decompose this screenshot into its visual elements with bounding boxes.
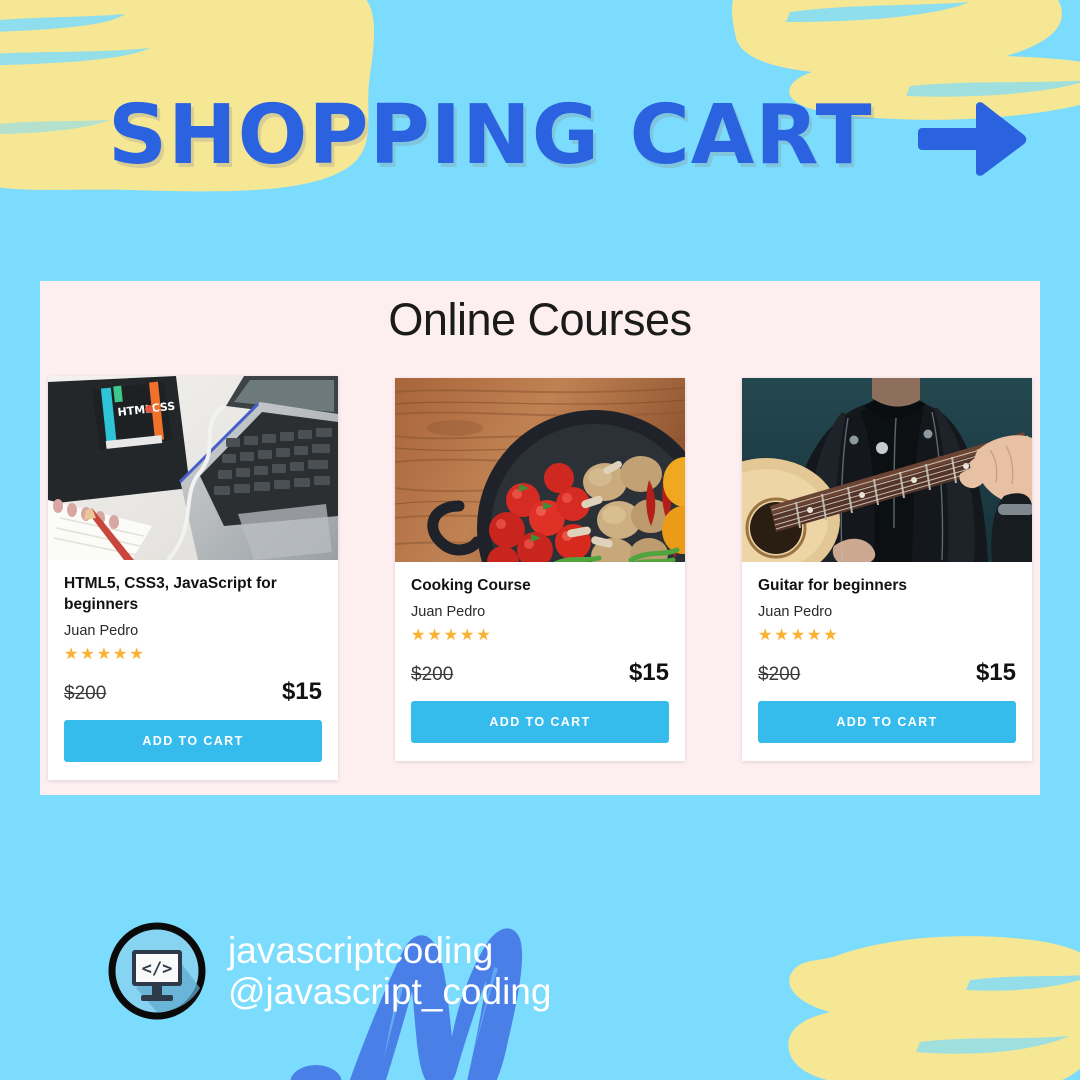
sale-price: $15 xyxy=(628,658,669,686)
poster-header: SHOPPING CART xyxy=(0,40,1080,180)
poster-canvas: SHOPPING CART Online Courses HTML CSS HT… xyxy=(0,0,1080,1080)
course-thumbnail-cooking xyxy=(395,378,685,562)
arrow-right-icon xyxy=(918,102,1028,176)
footer-branding: </> javascriptcoding @javascript_coding xyxy=(108,922,551,1020)
page-title: SHOPPING CART xyxy=(108,88,873,183)
add-to-cart-button[interactable]: ADD TO CART xyxy=(411,700,669,743)
price-row: $200 $15 xyxy=(411,659,669,687)
original-price: $200 xyxy=(64,682,107,704)
add-to-cart-button[interactable]: ADD TO CART xyxy=(64,719,322,762)
price-row: $200 $15 xyxy=(64,678,322,706)
course-card-body: Guitar for beginners Juan Pedro ★★★★★ ★★… xyxy=(742,562,1032,761)
brand-name: javascriptcoding xyxy=(228,929,494,971)
course-title: HTML5, CSS3, JavaScript for beginners xyxy=(64,575,277,613)
sale-price: $15 xyxy=(975,658,1016,686)
course-author: Juan Pedro xyxy=(758,603,833,620)
course-card-list: HTML CSS HTML5, CSS3, JavaScript for beg… xyxy=(48,376,1032,780)
panel-title: Online Courses xyxy=(388,294,692,345)
course-rating-stars: ★★★★★ ★★★★★ xyxy=(758,626,840,644)
course-title: Cooking Course xyxy=(411,577,531,594)
code-monitor-logo-icon: </> xyxy=(108,922,206,1020)
add-to-cart-button[interactable]: ADD TO CART xyxy=(758,700,1016,743)
brand-text-block: javascriptcoding @javascript_coding xyxy=(228,930,551,1013)
yellow-brush-bottom-right-decoration xyxy=(770,930,1080,1080)
course-card[interactable]: Cooking Course Juan Pedro ★★★★★ ★★★★★ $2… xyxy=(395,378,685,761)
price-row: $200 $15 xyxy=(758,659,1016,687)
online-courses-panel: Online Courses HTML CSS HTML5, CSS3, Jav… xyxy=(40,281,1040,795)
course-card-body: HTML5, CSS3, JavaScript for beginners Ju… xyxy=(48,560,338,780)
course-rating-stars: ★★★★★ ★★★★★ xyxy=(64,645,146,663)
svg-text:</>: </> xyxy=(142,959,173,979)
course-thumbnail-guitar xyxy=(742,378,1032,562)
brand-handle: @javascript_coding xyxy=(228,971,552,1012)
course-title: Guitar for beginners xyxy=(758,577,907,594)
svg-text:CSS: CSS xyxy=(151,400,176,415)
course-card[interactable]: Guitar for beginners Juan Pedro ★★★★★ ★★… xyxy=(742,378,1032,761)
course-rating-stars: ★★★★★ ★★★★★ xyxy=(411,626,493,644)
course-author: Juan Pedro xyxy=(411,603,486,620)
course-thumbnail-html-css: HTML CSS xyxy=(48,376,338,560)
course-author: Juan Pedro xyxy=(64,622,139,639)
original-price: $200 xyxy=(411,663,454,685)
course-card[interactable]: HTML CSS HTML5, CSS3, JavaScript for beg… xyxy=(48,376,338,780)
sale-price: $15 xyxy=(281,677,322,705)
original-price: $200 xyxy=(758,663,801,685)
course-card-body: Cooking Course Juan Pedro ★★★★★ ★★★★★ $2… xyxy=(395,562,685,761)
